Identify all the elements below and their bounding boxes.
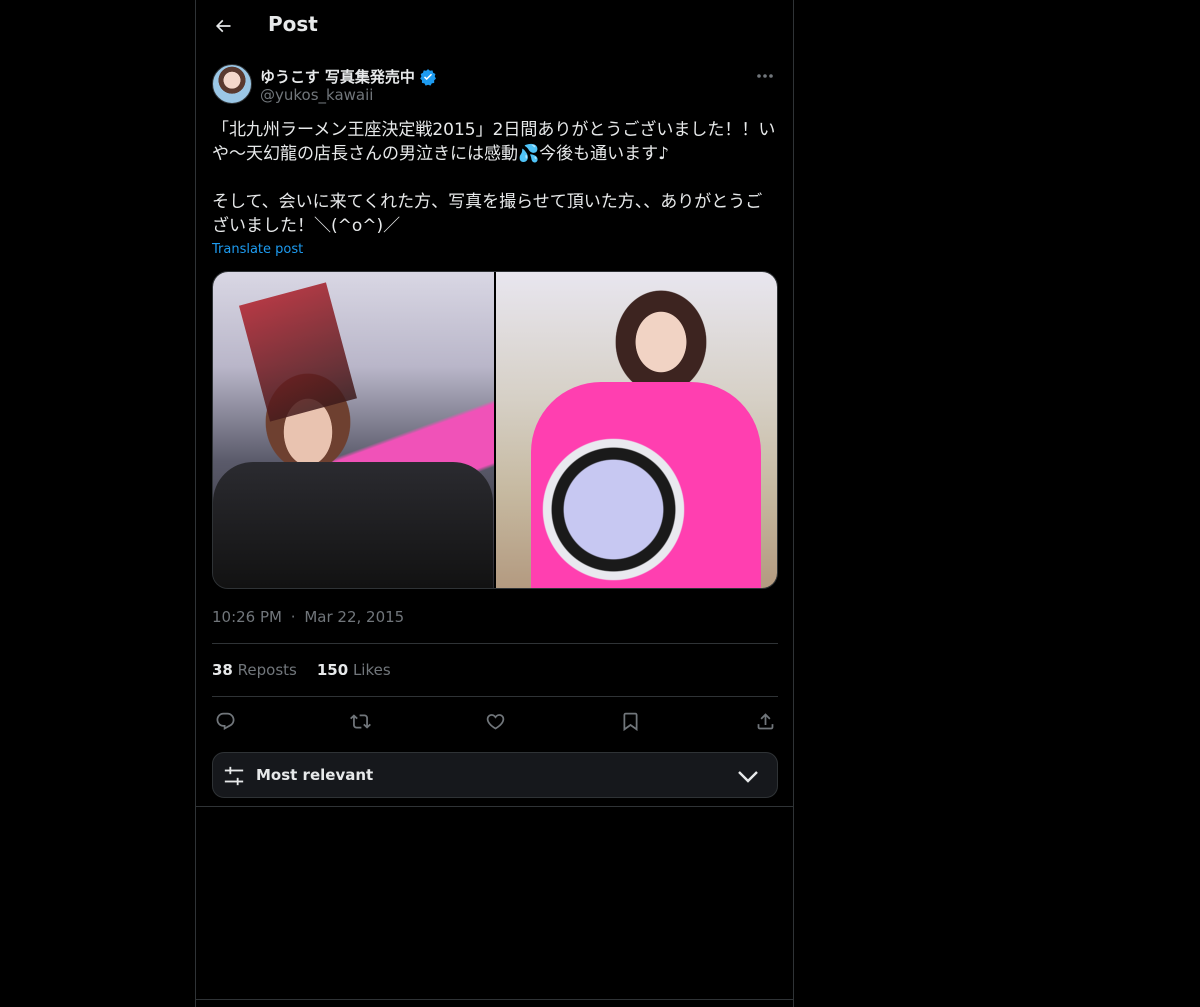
translate-post-link[interactable]: Translate post (212, 242, 303, 257)
more-dots-icon (757, 74, 773, 78)
author-display-name[interactable]: ゆうこす 写真集発売中 (260, 66, 415, 87)
page-title: Post (268, 12, 318, 36)
post-text: 「北九州ラーメン王座決定戦2015」2日間ありがとうございました！！いや〜天幻龍… (212, 120, 776, 236)
divider (212, 696, 778, 697)
likes-label: Likes (352, 661, 391, 679)
top-bar: Post (196, 0, 793, 53)
chevron-down-icon (738, 771, 758, 783)
likes-stat[interactable]: 150 Likes (317, 661, 391, 679)
post-date[interactable]: Mar 22, 2015 (304, 608, 404, 626)
avatar[interactable] (212, 64, 252, 104)
reply-sort-dropdown[interactable]: Most relevant (212, 752, 778, 798)
post-column: Post ゆうこす 写真集発売中 @yukos_kawaii 「北九州ラーメン王… (195, 0, 794, 1007)
bookmark-icon (623, 712, 637, 731)
post-timestamp: 10:26 PM · Mar 22, 2015 (212, 608, 404, 626)
sliders-icon (224, 766, 244, 786)
like-icon (486, 713, 504, 730)
like-button[interactable] (482, 708, 508, 734)
repost-icon (349, 713, 371, 729)
post-media-grid (212, 271, 778, 589)
reposts-stat[interactable]: 38 Reposts (212, 661, 297, 679)
author-handle[interactable]: @yukos_kawaii (260, 86, 373, 104)
post-photo-1[interactable] (213, 272, 494, 588)
author-name-row: ゆうこす 写真集発売中 (260, 66, 437, 87)
sort-label: Most relevant (256, 766, 374, 784)
post-actions (212, 708, 778, 734)
verified-badge-icon (420, 68, 436, 86)
more-options-button[interactable] (752, 66, 778, 86)
share-button[interactable] (752, 708, 778, 734)
bookmark-button[interactable] (617, 708, 643, 734)
post-photo-2[interactable] (496, 272, 777, 588)
reposts-label: Reposts (237, 661, 297, 679)
repost-button[interactable] (347, 708, 373, 734)
reposts-count: 38 (212, 661, 233, 679)
post-time[interactable]: 10:26 PM (212, 608, 282, 626)
arrow-left-icon (215, 19, 231, 33)
likes-count: 150 (316, 661, 349, 679)
author-block: ゆうこす 写真集発売中 @yukos_kawaii (212, 64, 778, 108)
post-stats: 38 Reposts 150 Likes (212, 661, 391, 679)
reply-button[interactable] (212, 708, 238, 734)
divider (212, 643, 778, 644)
timestamp-separator: · (290, 608, 296, 626)
reply-icon (216, 712, 234, 730)
divider (196, 999, 793, 1000)
back-button[interactable] (210, 13, 236, 39)
divider (196, 806, 793, 807)
share-icon (757, 712, 773, 729)
